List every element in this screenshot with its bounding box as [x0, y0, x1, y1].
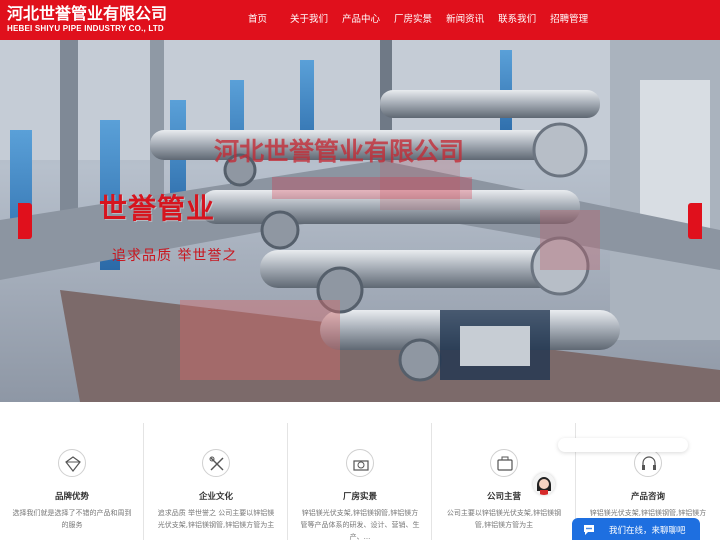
feature-title: 企业文化: [198, 492, 233, 502]
feature-desc: 公司主要以锌铝镁光伏支架,锌铝镁钢管,锌铝镁方管为主: [446, 509, 562, 529]
chat-label: 我们在线，来聊聊吧: [609, 526, 686, 536]
tools-icon: [202, 449, 230, 477]
briefcase-icon: [490, 449, 518, 477]
nav-products[interactable]: 产品中心: [335, 0, 387, 40]
nav-contact[interactable]: 联系我们: [491, 0, 543, 40]
headset-icon: [634, 449, 662, 477]
hero-highlight-strip: [272, 177, 472, 199]
hero-banner[interactable]: 河北世誉管业有限公司 世誉管业 追求品质 举世誉之: [0, 40, 720, 402]
site-logo[interactable]: 河北世誉管业有限公司 HEBEI SHIYU PIPE INDUSTRY CO.…: [7, 4, 167, 34]
nav-factory[interactable]: 厂房实景: [387, 0, 439, 40]
feature-title: 公司主营: [486, 492, 521, 502]
chat-agent-avatar[interactable]: [533, 473, 555, 495]
main-nav: 首页 关于我们 产品中心 厂房实景 新闻资讯 联系我们 招聘管理: [238, 0, 595, 40]
nav-about[interactable]: 关于我们: [283, 0, 335, 40]
feature-brand[interactable]: 品牌优势 选择我们就是选择了不错的产品和周到的服务: [0, 423, 144, 540]
feature-title: 厂房实景: [342, 492, 377, 502]
logo-english-name: HEBEI SHIYU PIPE INDUSTRY CO., LTD: [7, 24, 164, 33]
nav-news[interactable]: 新闻资讯: [439, 0, 491, 40]
feature-culture[interactable]: 企业文化 追求品质 举世誉之 公司主要以锌铝镁光伏支架,锌铝镁钢管,锌铝镁方管为…: [144, 423, 288, 540]
nav-jobs[interactable]: 招聘管理: [543, 0, 595, 40]
carousel-prev-button[interactable]: [18, 203, 32, 239]
site-header: 河北世誉管业有限公司 HEBEI SHIYU PIPE INDUSTRY CO.…: [0, 0, 720, 40]
diamond-icon: [58, 449, 86, 477]
factory-icon: [346, 449, 374, 477]
logo-chinese-name: 河北世誉管业有限公司: [7, 4, 168, 23]
feature-title: 产品咨询: [630, 492, 665, 502]
chat-greeting-bubble[interactable]: [558, 438, 688, 452]
hero-slogan: 追求品质 举世誉之: [112, 248, 238, 264]
hero-company-name: 河北世誉管业有限公司: [214, 137, 465, 166]
chat-widget-button[interactable]: 我们在线，来聊聊吧: [572, 518, 700, 540]
hero-title: 世誉管业: [99, 192, 216, 225]
chat-icon: [584, 525, 594, 535]
feature-title: 品牌优势: [54, 492, 89, 502]
feature-desc: 选择我们就是选择了不错的产品和周到的服务: [12, 509, 132, 529]
nav-home[interactable]: 首页: [238, 0, 283, 40]
carousel-next-button[interactable]: [688, 203, 702, 239]
feature-factory[interactable]: 厂房实景 锌铝镁光伏支架,锌铝镁钢管,锌铝镁方管等产品体系的研发、设计、营销、生…: [288, 423, 432, 540]
feature-desc: 锌铝镁光伏支架,锌铝镁钢管,锌铝镁方管等产品体系的研发、设计、营销、生产、...: [300, 509, 420, 540]
feature-desc: 追求品质 举世誉之 公司主要以锌铝镁光伏支架,锌铝镁钢管,锌铝镁方管为主: [157, 509, 275, 529]
